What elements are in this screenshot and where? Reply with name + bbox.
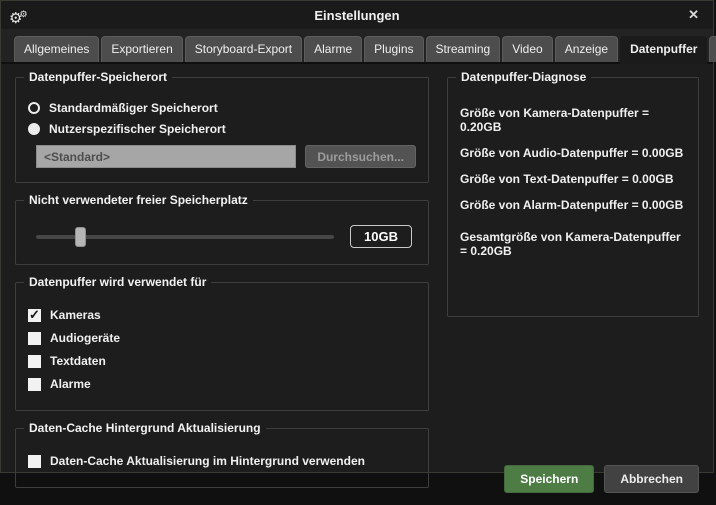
checkbox[interactable] [28, 378, 41, 391]
tab-label: Video [512, 42, 542, 56]
checkbox[interactable] [28, 309, 41, 322]
checkbox-textdaten[interactable]: Textdaten [28, 354, 416, 368]
tab-label: Storyboard-Export [195, 42, 292, 56]
browse-button[interactable]: Durchsuchen... [305, 145, 416, 168]
storage-path-input[interactable] [36, 145, 296, 168]
checkbox-label: Textdaten [50, 354, 106, 368]
path-row: Durchsuchen... [36, 145, 416, 168]
group-title: Datenpuffer wird verwendet für [24, 275, 211, 289]
diagnose-line: Größe von Text-Datenpuffer = 0.00GB [460, 172, 686, 186]
tab-label: Plugins [374, 42, 413, 56]
slider-row: 10GB [28, 217, 416, 254]
tab-label: Exportieren [111, 42, 172, 56]
radio-label: Standardmäßiger Speicherort [49, 101, 218, 115]
checkbox-audiogeräte[interactable]: Audiogeräte [28, 331, 416, 345]
storage-location-group: Datenpuffer-Speicherort Standardmäßiger … [15, 77, 429, 183]
right-column: Datenpuffer-Diagnose Größe von Kamera-Da… [447, 77, 699, 505]
left-column: Datenpuffer-Speicherort Standardmäßiger … [15, 77, 429, 505]
settings-dialog: ⚙⚙ Einstellungen ✕ Allgemeines Exportiere… [0, 0, 714, 473]
checkbox-label: Audiogeräte [50, 331, 120, 345]
buffer-usage-group: Datenpuffer wird verwendet für Kameras A… [15, 282, 429, 411]
tab-label: Datenpuffer [630, 42, 697, 56]
checkbox-label: Kameras [50, 308, 101, 322]
radio-label: Nutzerspezifischer Speicherort [49, 122, 226, 136]
title-bar: ⚙⚙ Einstellungen ✕ [1, 1, 713, 29]
diagnose-line: Größe von Alarm-Datenpuffer = 0.00GB [460, 198, 686, 212]
diagnose-lines: Größe von Kamera-Datenpuffer = 0.20GB Grö… [460, 106, 686, 258]
close-icon[interactable]: ✕ [684, 6, 703, 24]
save-button[interactable]: Speichern [504, 465, 594, 493]
footer-buttons: Speichern Abbrechen [504, 465, 699, 493]
tab-plugins[interactable]: Plugins [364, 36, 423, 62]
cache-checkbox[interactable] [28, 455, 41, 468]
storage-radio-list: Standardmäßiger Speicherort Nutzerspezif… [28, 101, 416, 136]
group-title: Daten-Cache Hintergrund Aktualisierung [24, 421, 266, 435]
checkbox-label: Alarme [50, 377, 91, 391]
tab-anzeige[interactable]: Anzeige [555, 36, 618, 62]
cache-background-group: Daten-Cache Hintergrund Aktualisierung D… [15, 428, 429, 488]
diagnose-line: Gesamtgröße von Kamera-Datenpuffer = 0.2… [460, 230, 686, 258]
checkbox[interactable] [28, 332, 41, 345]
diagnose-line: Größe von Audio-Datenpuffer = 0.00GB [460, 146, 686, 160]
tab-erweitert[interactable]: Erweitert [709, 36, 716, 62]
tab-alarme[interactable]: Alarme [304, 36, 362, 62]
settings-gear-icon: ⚙⚙ [9, 4, 28, 29]
group-title: Datenpuffer-Speicherort [24, 70, 172, 84]
diagnose-group: Datenpuffer-Diagnose Größe von Kamera-Da… [447, 77, 699, 317]
radio-standardmäßiger-speicherort[interactable]: Standardmäßiger Speicherort [28, 101, 416, 115]
checkbox-label: Daten-Cache Aktualisierung im Hintergrun… [50, 454, 365, 468]
tab-bar: Allgemeines Exportieren Storyboard-Export A… [1, 29, 713, 64]
radio-icon[interactable] [28, 123, 40, 135]
free-space-slider[interactable] [36, 227, 334, 247]
radio-icon[interactable] [28, 102, 40, 114]
checkbox[interactable] [28, 355, 41, 368]
tab-label: Alarme [314, 42, 352, 56]
cancel-button[interactable]: Abbrechen [604, 465, 699, 493]
checkbox-alarme[interactable]: Alarme [28, 377, 416, 391]
tab-streaming[interactable]: Streaming [426, 36, 501, 62]
slider-handle[interactable] [75, 227, 86, 247]
tab-label: Allgemeines [24, 42, 89, 56]
usage-checkbox-list: Kameras Audiogeräte Textdaten Alarme [28, 308, 416, 391]
tab-datenpuffer[interactable]: Datenpuffer [620, 36, 707, 64]
cache-checkbox-row[interactable]: Daten-Cache Aktualisierung im Hintergrun… [28, 454, 416, 468]
checkbox-kameras[interactable]: Kameras [28, 308, 416, 322]
free-space-value: 10GB [350, 225, 412, 248]
group-title: Datenpuffer-Diagnose [456, 70, 591, 84]
window-title: Einstellungen [1, 8, 713, 23]
tab-storyboard-export[interactable]: Storyboard-Export [185, 36, 302, 62]
group-title: Nicht verwendeter freier Speicherplatz [24, 193, 253, 207]
tab-label: Streaming [436, 42, 491, 56]
dialog-content: Datenpuffer-Speicherort Standardmäßiger … [1, 64, 713, 505]
tab-video[interactable]: Video [502, 36, 552, 62]
tab-label: Anzeige [565, 42, 608, 56]
tab-allgemeines[interactable]: Allgemeines [14, 36, 99, 62]
tab-exportieren[interactable]: Exportieren [101, 36, 182, 62]
free-space-group: Nicht verwendeter freier Speicherplatz 1… [15, 200, 429, 265]
diagnose-line: Größe von Kamera-Datenpuffer = 0.20GB [460, 106, 686, 134]
radio-nutzerspezifischer-speicherort[interactable]: Nutzerspezifischer Speicherort [28, 122, 416, 136]
